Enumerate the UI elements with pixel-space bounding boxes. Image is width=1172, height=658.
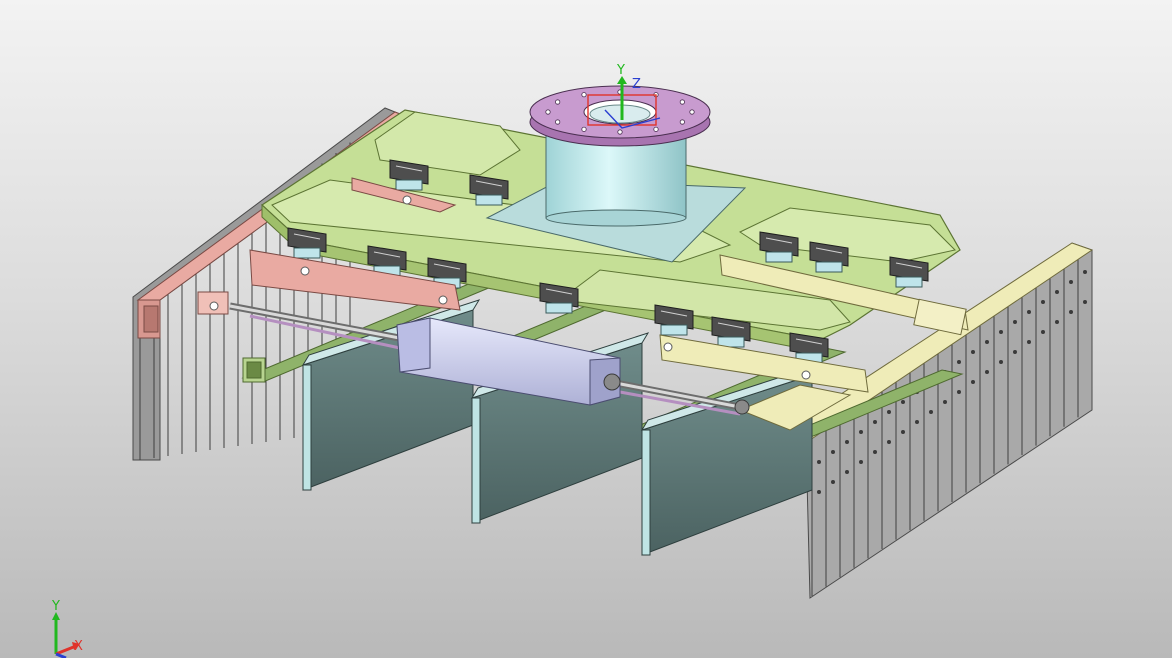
comb-hole [1055,290,1059,294]
comb-hole [957,390,961,394]
gripper-assembly-model[interactable]: Y Z [0,0,1172,658]
comb-hole [845,440,849,444]
triad-y-label: Y [51,599,60,614]
cad-3d-viewport[interactable]: Y Z Y X [0,0,1172,658]
flange-bolt-hole [545,109,551,115]
block-pad [293,247,321,259]
manipulator-y-label: Y [616,63,625,78]
comb-hole [999,330,1003,334]
flange-bolt-hole [555,99,561,105]
manipulator-z-label: Z [632,77,641,92]
comb-hole [1069,310,1073,314]
triad-x-label: X [74,639,83,654]
comb-hole [1055,320,1059,324]
comb-hole [831,480,835,484]
block-pad [765,251,793,263]
flange-bolt-hole [581,126,587,132]
comb-hole [859,430,863,434]
comb-hole [1027,340,1031,344]
comb-hole [901,400,905,404]
comb-hole [817,490,821,494]
flange-bolt-hole [679,99,685,105]
comb-hole [999,360,1003,364]
comb-hole [985,340,989,344]
flange-bolt-hole [617,129,623,135]
comb-hole [859,460,863,464]
block-pad [895,276,923,288]
flange-bolt-hole [689,109,695,115]
comb-hole [1041,300,1045,304]
comb-hole [873,420,877,424]
blade-edge [471,397,481,524]
triad-z-arrow-icon [55,652,67,658]
comb-hole [887,410,891,414]
comb-hole [957,360,961,364]
comb-hole [901,430,905,434]
block-pad [395,179,423,191]
flange-bolt-hole [653,126,659,132]
triad-x-arrow-icon [55,644,77,656]
flange-bolt-hole [679,119,685,125]
block-pad [475,194,503,206]
comb-hole [887,440,891,444]
blade-edge [302,364,312,491]
comb-hole [1013,320,1017,324]
comb-hole [915,420,919,424]
flange-bolt-hole [581,92,587,98]
comb-hole [929,410,933,414]
orientation-triad[interactable]: Y X [38,598,98,658]
comb-hole [845,470,849,474]
comb-hole [985,370,989,374]
comb-hole [1069,280,1073,284]
comb-hole [873,450,877,454]
block-pad [545,302,573,314]
comb-hole [817,460,821,464]
comb-hole [831,450,835,454]
comb-hole [1083,300,1087,304]
flange-bolt-hole [555,119,561,125]
comb-hole [1083,270,1087,274]
comb-hole [1027,310,1031,314]
blade-edge [641,429,651,556]
comb-hole [971,350,975,354]
comb-hole [943,400,947,404]
block-pad [815,261,843,273]
block-pad [660,324,688,336]
comb-hole [971,380,975,384]
comb-hole [1041,330,1045,334]
tube-opening [246,361,262,379]
comb-hole [1013,350,1017,354]
